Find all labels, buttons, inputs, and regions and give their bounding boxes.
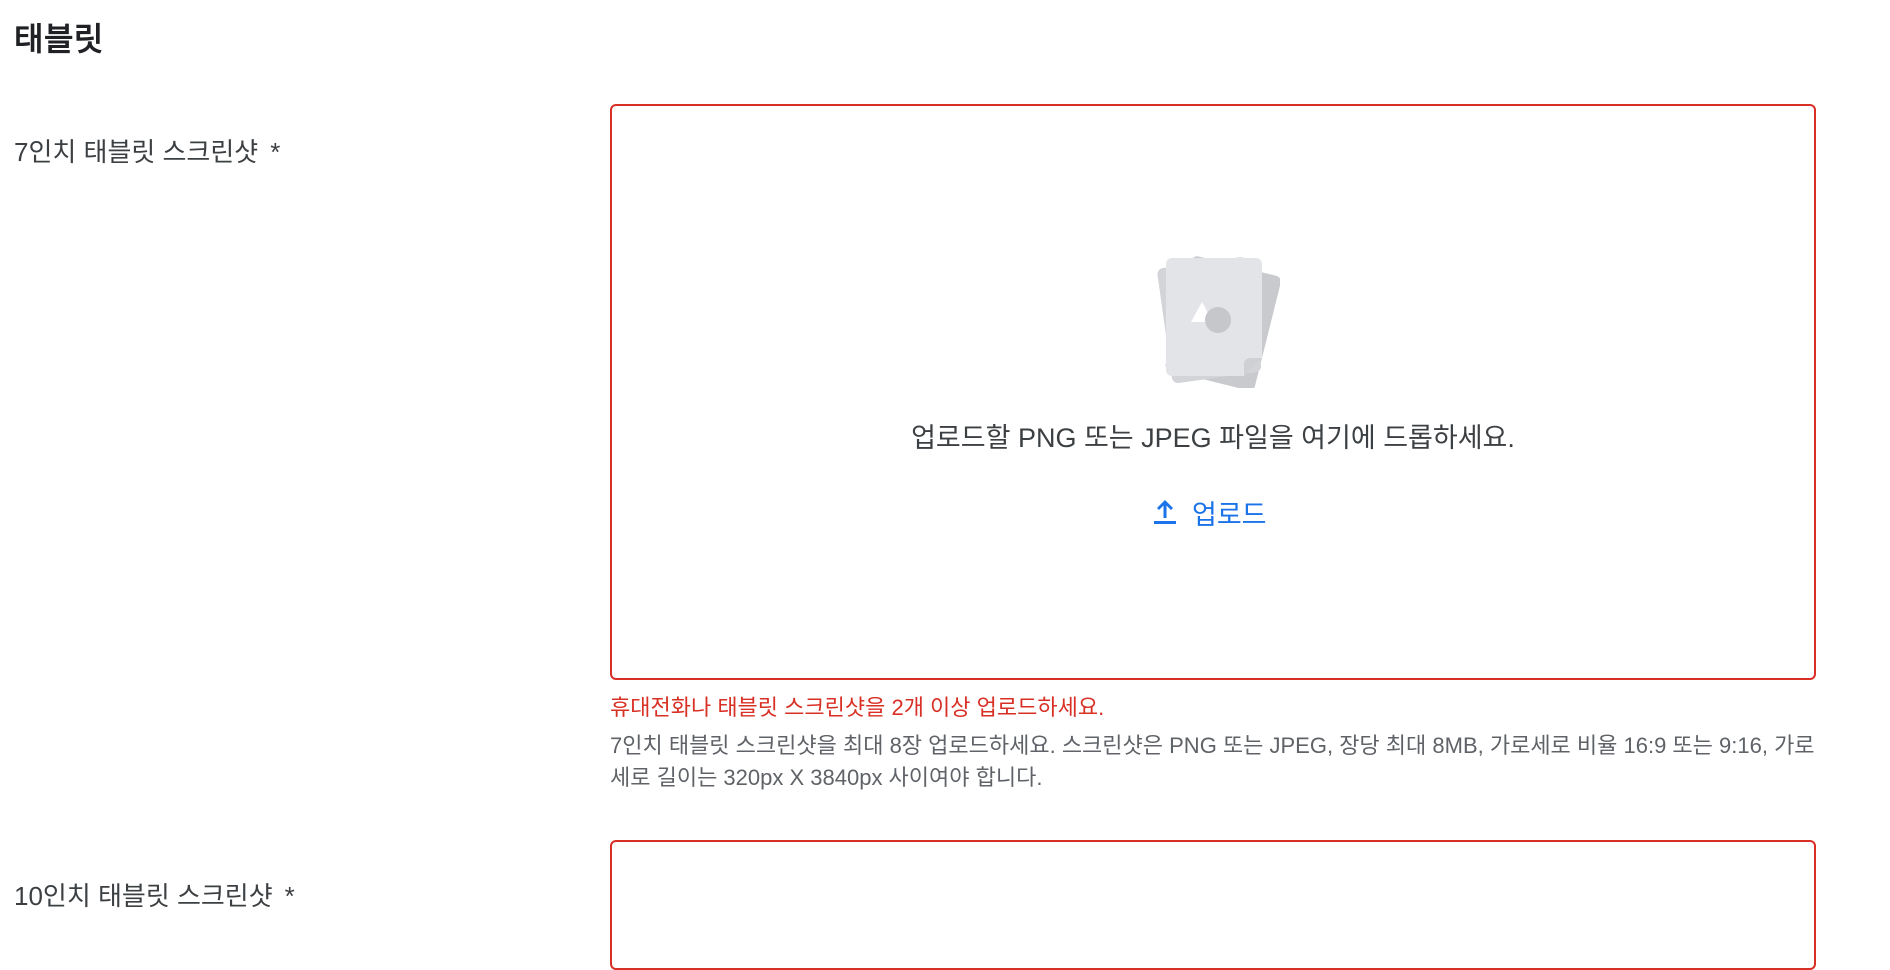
upload-button[interactable]: 업로드 — [1142, 490, 1277, 534]
tablet7-label: 7인치 태블릿 스크린샷 * — [14, 132, 280, 169]
required-mark: * — [284, 881, 295, 911]
error-message: 휴대전화나 태블릿 스크린샷을 2개 이상 업로드하세요. — [610, 695, 1105, 720]
upload-icon — [1152, 498, 1178, 526]
required-mark: * — [270, 137, 281, 167]
image-files-icon — [1150, 248, 1281, 391]
tablet10-dropzone[interactable] — [610, 840, 1816, 970]
upload-button-label: 업로드 — [1192, 499, 1267, 530]
tablet10-label-text: 10인치 태블릿 스크린샷 — [14, 881, 273, 911]
tablet7-dropzone[interactable]: 업로드할 PNG 또는 JPEG 파일을 여기에 드롭하세요. 업로드 — [610, 104, 1816, 680]
section-title: 태블릿 — [14, 21, 104, 57]
tablet10-label: 10인치 태블릿 스크린샷 * — [14, 876, 295, 913]
helper-text: 7인치 태블릿 스크린샷을 최대 8장 업로드하세요. 스크린샷은 PNG 또는… — [610, 733, 1815, 790]
tablet7-label-text: 7인치 태블릿 스크린샷 — [14, 137, 259, 167]
drop-text: 업로드할 PNG 또는 JPEG 파일을 여기에 드롭하세요. — [911, 423, 1515, 453]
